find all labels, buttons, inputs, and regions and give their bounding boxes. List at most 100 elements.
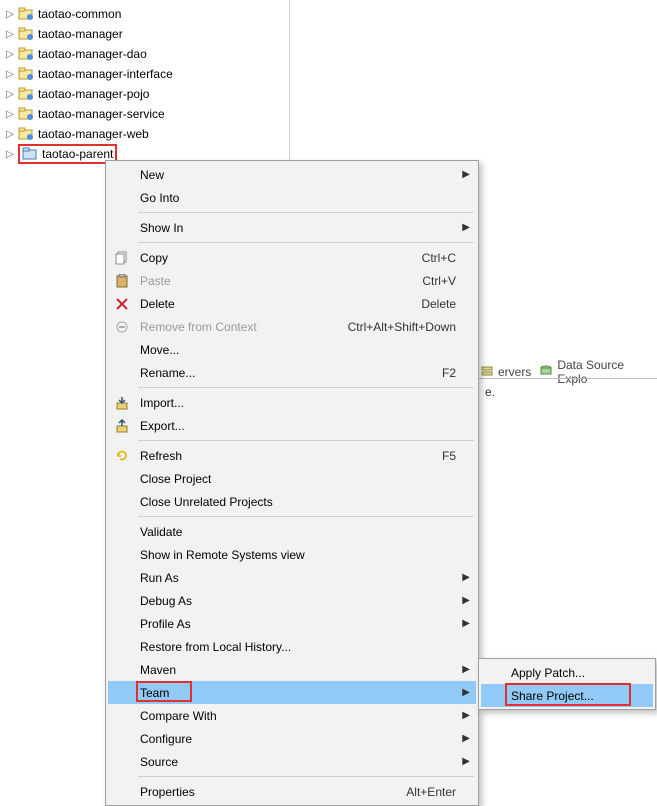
delete-icon [114, 296, 130, 312]
menu-item-label: Restore from Local History... [140, 640, 456, 654]
project-label: taotao-manager-dao [38, 47, 147, 61]
menu-item-paste[interactable]: PasteCtrl+V [108, 269, 476, 292]
submenu-arrow-icon: ▶ [462, 169, 470, 180]
submenu-item-label: Apply Patch... [511, 666, 633, 680]
tab-data-source-explorer[interactable]: Data Source Explo [539, 358, 657, 386]
menu-item-show-in-remote-systems-view[interactable]: Show in Remote Systems view [108, 543, 476, 566]
menu-item-close-project[interactable]: Close Project [108, 467, 476, 490]
menu-item-shortcut: F5 [442, 449, 456, 463]
submenu-item-share-project[interactable]: Share Project... [481, 684, 653, 707]
expand-arrow-icon[interactable]: ▷ [4, 48, 16, 60]
project-item[interactable]: ▷ taotao-manager-web [0, 124, 289, 144]
menu-item-shortcut: Ctrl+C [422, 251, 456, 265]
expand-arrow-icon[interactable]: ▷ [4, 88, 16, 100]
project-label: taotao-parent [42, 147, 113, 161]
submenu-arrow-icon: ▶ [462, 222, 470, 233]
menu-item-team[interactable]: Team ▶ [108, 681, 476, 704]
menu-item-label: Remove from Context [140, 320, 328, 334]
project-label: taotao-manager-pojo [38, 87, 149, 101]
menu-item-close-unrelated-projects[interactable]: Close Unrelated Projects [108, 490, 476, 513]
menu-item-new[interactable]: New ▶ [108, 163, 476, 186]
menu-item-compare-with[interactable]: Compare With ▶ [108, 704, 476, 727]
expand-arrow-icon[interactable]: ▷ [4, 148, 16, 160]
submenu-arrow-icon: ▶ [462, 733, 470, 744]
submenu-arrow-icon: ▶ [462, 710, 470, 721]
menu-item-label: New [140, 168, 456, 182]
tab-underline [478, 378, 657, 379]
submenu-arrow-icon: ▶ [462, 572, 470, 583]
submenu-arrow-icon: ▶ [462, 756, 470, 767]
highlighted-project: taotao-parent [18, 144, 117, 164]
project-item[interactable]: ▷ taotao-manager-interface [0, 64, 289, 84]
context-menu[interactable]: New ▶ Go Into Show In ▶ CopyCtrl+CPasteCtrl+V… [105, 160, 479, 806]
menu-item-label: Refresh [140, 449, 422, 463]
menu-item-label: Maven [140, 663, 456, 677]
menu-item-label: Show in Remote Systems view [140, 548, 456, 562]
menu-item-source[interactable]: Source ▶ [108, 750, 476, 773]
expand-arrow-icon[interactable]: ▷ [4, 28, 16, 40]
tab-label: ervers [498, 365, 531, 379]
menu-item-shortcut: Ctrl+Alt+Shift+Down [348, 320, 456, 334]
project-item[interactable]: ▷ taotao-manager-dao [0, 44, 289, 64]
menu-item-label: Show In [140, 221, 456, 235]
view-tabs: ervers Data Source Explo [480, 358, 657, 386]
submenu-item-label: Share Project... [511, 689, 633, 703]
export-icon [114, 418, 130, 434]
menu-item-restore-from-local-history[interactable]: Restore from Local History... [108, 635, 476, 658]
menu-item-label: Delete [140, 297, 401, 311]
team-submenu[interactable]: Apply Patch... Share Project... [478, 658, 656, 710]
menu-item-refresh[interactable]: Refresh F5 [108, 444, 476, 467]
menu-item-label: Export... [140, 419, 456, 433]
menu-item-label: Properties [140, 785, 386, 799]
project-item[interactable]: ▷ taotao-manager [0, 24, 289, 44]
copy-icon [114, 250, 130, 266]
project-item[interactable]: ▷ taotao-manager-service [0, 104, 289, 124]
project-label: taotao-manager-service [38, 107, 165, 121]
menu-item-label: Run As [140, 571, 456, 585]
menu-item-label: Team [140, 686, 456, 700]
menu-item-export[interactable]: Export... [108, 414, 476, 437]
project-icon [18, 6, 34, 22]
menu-item-show-in[interactable]: Show In ▶ [108, 216, 476, 239]
submenu-item-apply-patch[interactable]: Apply Patch... [481, 661, 653, 684]
menu-item-label: Compare With [140, 709, 456, 723]
menu-item-properties[interactable]: PropertiesAlt+Enter [108, 780, 476, 803]
menu-separator [138, 212, 474, 213]
menu-item-copy[interactable]: CopyCtrl+C [108, 246, 476, 269]
menu-item-label: Import... [140, 396, 456, 410]
expand-arrow-icon[interactable]: ▷ [4, 68, 16, 80]
menu-item-validate[interactable]: Validate [108, 520, 476, 543]
menu-item-profile-as[interactable]: Profile As▶ [108, 612, 476, 635]
menu-item-configure[interactable]: Configure▶ [108, 727, 476, 750]
submenu-arrow-icon: ▶ [462, 687, 470, 698]
refresh-icon [114, 448, 130, 464]
tab-label: Data Source Explo [557, 358, 657, 386]
expand-arrow-icon[interactable]: ▷ [4, 8, 16, 20]
menu-item-import[interactable]: Import... [108, 391, 476, 414]
project-item[interactable]: ▷ taotao-manager-pojo [0, 84, 289, 104]
project-label: taotao-manager [38, 27, 123, 41]
menu-item-move[interactable]: Move... [108, 338, 476, 361]
menu-item-label: Source [140, 755, 456, 769]
project-icon [18, 46, 34, 62]
menu-item-shortcut: Delete [421, 297, 456, 311]
menu-item-go-into[interactable]: Go Into [108, 186, 476, 209]
menu-item-maven[interactable]: Maven▶ [108, 658, 476, 681]
expand-arrow-icon[interactable]: ▷ [4, 128, 16, 140]
menu-item-debug-as[interactable]: Debug As▶ [108, 589, 476, 612]
menu-item-shortcut: F2 [442, 366, 456, 380]
menu-item-label: Debug As [140, 594, 456, 608]
menu-item-run-as[interactable]: Run As ▶ [108, 566, 476, 589]
panel-text: e. [485, 385, 495, 399]
project-label: taotao-manager-interface [38, 67, 173, 81]
project-item[interactable]: ▷ taotao-common [0, 4, 289, 24]
project-icon [18, 126, 34, 142]
menu-item-label: Profile As [140, 617, 456, 631]
menu-separator [138, 242, 474, 243]
paste-icon [114, 273, 130, 289]
expand-arrow-icon[interactable]: ▷ [4, 108, 16, 120]
menu-item-remove-from-context[interactable]: Remove from Context Ctrl+Alt+Shift+Down [108, 315, 476, 338]
menu-item-rename[interactable]: Rename...F2 [108, 361, 476, 384]
menu-item-delete[interactable]: Delete Delete [108, 292, 476, 315]
project-icon [18, 86, 34, 102]
